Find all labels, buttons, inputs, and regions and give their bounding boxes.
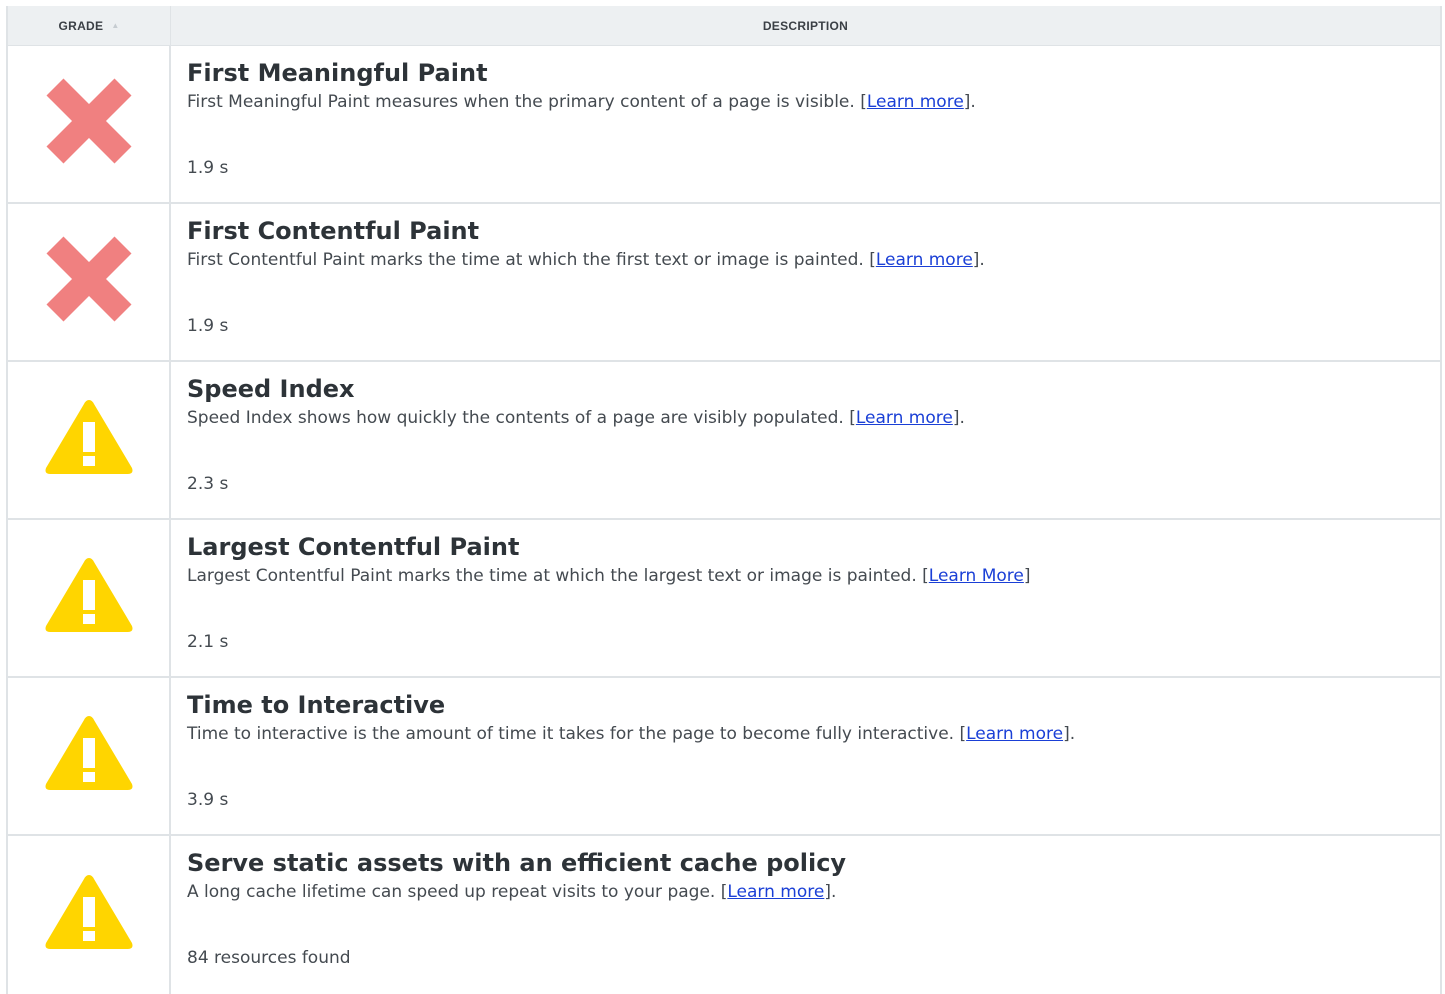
grade-cell [8, 520, 171, 676]
warning-triangle-icon [45, 400, 132, 474]
sort-ascending-icon[interactable]: ▲ [111, 21, 119, 30]
warning-triangle-icon [45, 716, 132, 790]
description-header-label: DESCRIPTION [762, 18, 849, 33]
audit-value: 1.9 s [187, 316, 229, 336]
audit-description: Time to interactive is the amount of tim… [187, 722, 1440, 746]
table-header: GRADE ▲ DESCRIPTION [8, 6, 1440, 46]
description-cell: Time to Interactive Time to interactive … [171, 678, 1440, 834]
audit-description-text: Largest Contentful Paint marks the time … [187, 566, 929, 586]
audit-title: Largest Contentful Paint [187, 533, 520, 561]
description-cell: First Meaningful Paint First Meaningful … [171, 46, 1440, 202]
audit-title: First Contentful Paint [187, 217, 480, 245]
audit-description-suffix: ]. [972, 250, 985, 270]
table-row: Time to Interactive Time to interactive … [8, 678, 1440, 836]
audit-description: First Meaningful Paint measures when the… [187, 90, 1440, 114]
warning-triangle-icon [45, 558, 132, 632]
learn-more-link[interactable]: Learn More [929, 566, 1024, 586]
audit-title: First Meaningful Paint [187, 59, 488, 87]
description-cell: Serve static assets with an efficient ca… [171, 836, 1440, 994]
audit-description-suffix: ]. [824, 882, 837, 902]
warning-triangle-icon [45, 875, 132, 949]
description-cell: First Contentful Paint First Contentful … [171, 204, 1440, 360]
table-row: Speed Index Speed Index shows how quickl… [8, 362, 1440, 520]
audit-description-suffix: ]. [963, 92, 976, 112]
audit-description-suffix: ] [1023, 566, 1031, 586]
audit-description-text: First Meaningful Paint measures when the… [187, 92, 867, 112]
learn-more-link[interactable]: Learn more [856, 408, 953, 428]
audit-description-text: A long cache lifetime can speed up repea… [187, 882, 728, 902]
table-row: Largest Contentful Paint Largest Content… [8, 520, 1440, 678]
table-body: First Meaningful Paint First Meaningful … [8, 46, 1440, 994]
audit-value: 84 resources found [187, 948, 351, 968]
audit-table: GRADE ▲ DESCRIPTION First Meaningful Pai… [6, 6, 1442, 994]
audit-description-suffix: ]. [952, 408, 965, 428]
table-row: First Contentful Paint First Contentful … [8, 204, 1440, 362]
audit-title: Serve static assets with an efficient ca… [187, 849, 847, 877]
audit-description: A long cache lifetime can speed up repea… [187, 880, 1440, 904]
audit-value: 3.9 s [187, 790, 229, 810]
description-column-header: DESCRIPTION [171, 6, 1440, 45]
audit-description: Speed Index shows how quickly the conten… [187, 406, 1440, 430]
learn-more-link[interactable]: Learn more [966, 724, 1063, 744]
description-cell: Speed Index Speed Index shows how quickl… [171, 362, 1440, 518]
grade-cell [8, 204, 171, 360]
audit-description: First Contentful Paint marks the time at… [187, 248, 1440, 272]
grade-header-label: GRADE [58, 18, 104, 33]
audit-title: Time to Interactive [187, 691, 446, 719]
audit-description: Largest Contentful Paint marks the time … [187, 564, 1440, 588]
grade-cell [8, 362, 171, 518]
audit-value: 2.1 s [187, 632, 229, 652]
fail-x-icon [46, 236, 131, 322]
table-row: First Meaningful Paint First Meaningful … [8, 46, 1440, 204]
audit-description-text: First Contentful Paint marks the time at… [187, 250, 876, 270]
learn-more-link[interactable]: Learn more [727, 882, 824, 902]
audit-description-suffix: ]. [1063, 724, 1076, 744]
audit-title: Speed Index [187, 375, 355, 403]
audit-value: 2.3 s [187, 474, 229, 494]
audit-description-text: Time to interactive is the amount of tim… [187, 724, 967, 744]
table-row: Serve static assets with an efficient ca… [8, 836, 1440, 994]
grade-cell [8, 46, 171, 202]
audit-value: 1.9 s [187, 158, 229, 178]
grade-cell [8, 836, 171, 994]
fail-x-icon [46, 78, 131, 164]
audit-description-text: Speed Index shows how quickly the conten… [187, 408, 856, 428]
learn-more-link[interactable]: Learn more [867, 92, 964, 112]
learn-more-link[interactable]: Learn more [876, 250, 973, 270]
grade-column-header[interactable]: GRADE ▲ [8, 6, 171, 45]
description-cell: Largest Contentful Paint Largest Content… [171, 520, 1440, 676]
grade-cell [8, 678, 171, 834]
